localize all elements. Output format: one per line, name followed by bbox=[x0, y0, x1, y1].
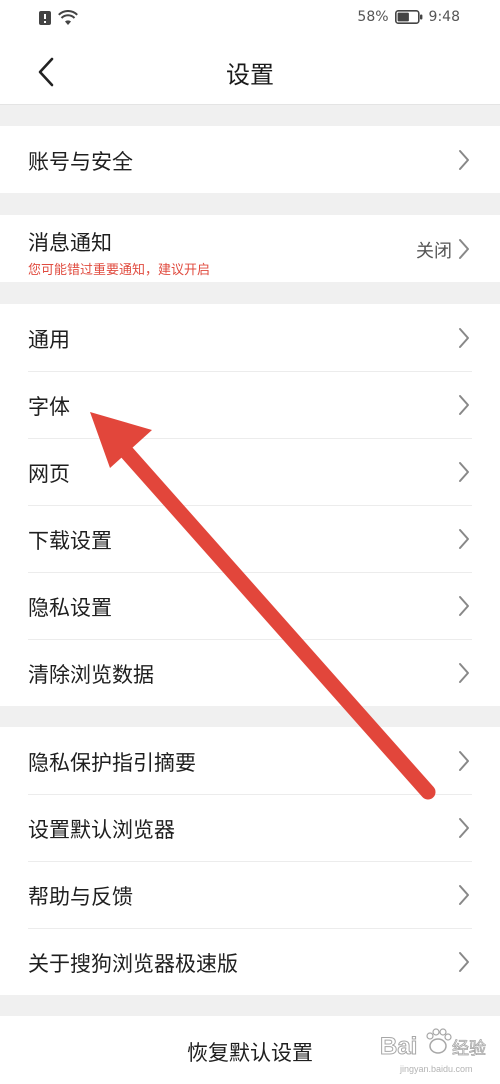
row-label: 字体 bbox=[28, 395, 70, 419]
battery-icon bbox=[394, 10, 422, 24]
notification-alert-icon bbox=[39, 11, 51, 25]
chevron-right-icon bbox=[459, 952, 469, 972]
wifi-icon bbox=[58, 10, 78, 25]
row-account-security[interactable]: 账号与安全 bbox=[0, 126, 500, 193]
notification-status-value: 关闭 bbox=[416, 241, 452, 262]
chevron-right-icon bbox=[459, 885, 469, 905]
settings-group-notifications: 消息通知 您可能错过重要通知，建议开启 关闭 bbox=[0, 215, 500, 282]
row-general[interactable]: 通用 bbox=[0, 304, 500, 371]
row-help-feedback[interactable]: 帮助与反馈 bbox=[0, 861, 500, 928]
status-bar: 58% 9:48 bbox=[0, 0, 500, 38]
baidu-paw-logo: Bai 经验 jingyan.baidu.com bbox=[380, 1028, 486, 1074]
row-set-default-browser[interactable]: 设置默认浏览器 bbox=[0, 794, 500, 861]
row-label: 网页 bbox=[28, 462, 70, 486]
row-label: 设置默认浏览器 bbox=[28, 818, 175, 842]
settings-group-about: 隐私保护指引摘要 设置默认浏览器 帮助与反馈 关于搜狗浏览器极速版 bbox=[0, 727, 500, 995]
notification-warning-text: 您可能错过重要通知，建议开启 bbox=[28, 263, 211, 278]
chevron-right-icon bbox=[459, 818, 469, 838]
nav-bar: 设置 bbox=[0, 38, 500, 105]
row-about-browser[interactable]: 关于搜狗浏览器极速版 bbox=[0, 928, 500, 995]
clock: 9:48 bbox=[428, 9, 460, 25]
chevron-right-icon bbox=[459, 751, 469, 771]
status-icons-left bbox=[38, 10, 78, 26]
row-webpage[interactable]: 网页 bbox=[0, 438, 500, 505]
row-privacy-settings[interactable]: 隐私设置 bbox=[0, 572, 500, 639]
status-icons-right: 58% 9:48 bbox=[357, 9, 460, 25]
page-title: 设置 bbox=[226, 61, 274, 89]
chevron-right-icon bbox=[459, 328, 469, 348]
row-label: 隐私设置 bbox=[28, 596, 112, 620]
row-label: 消息通知 bbox=[28, 231, 112, 255]
row-message-notifications[interactable]: 消息通知 您可能错过重要通知，建议开启 关闭 bbox=[0, 215, 500, 282]
settings-group-general: 通用 字体 网页 下载设置 隐私设置 清除浏览数据 bbox=[0, 304, 500, 706]
row-download-settings[interactable]: 下载设置 bbox=[0, 505, 500, 572]
settings-group-account: 账号与安全 bbox=[0, 126, 500, 193]
row-label: 通用 bbox=[28, 328, 70, 352]
chevron-right-icon bbox=[459, 239, 469, 259]
row-label: 关于搜狗浏览器极速版 bbox=[28, 952, 238, 976]
chevron-right-icon bbox=[459, 529, 469, 549]
row-label: 账号与安全 bbox=[28, 150, 133, 174]
watermark-logo-text: Bai bbox=[380, 1033, 417, 1060]
watermark-jingyan-text: 经验 bbox=[452, 1039, 486, 1059]
row-font[interactable]: 字体 bbox=[0, 371, 500, 438]
chevron-right-icon bbox=[459, 462, 469, 482]
paw-icon bbox=[426, 1028, 452, 1054]
baidu-jingyan-watermark: Bai 经验 jingyan.baidu.com bbox=[378, 1020, 490, 1078]
row-label: 下载设置 bbox=[28, 529, 112, 553]
row-privacy-guide-summary[interactable]: 隐私保护指引摘要 bbox=[0, 727, 500, 794]
chevron-right-icon bbox=[459, 395, 469, 415]
chevron-right-icon bbox=[459, 663, 469, 683]
row-clear-browsing-data[interactable]: 清除浏览数据 bbox=[0, 639, 500, 706]
row-label: 隐私保护指引摘要 bbox=[28, 751, 196, 775]
row-label: 清除浏览数据 bbox=[28, 663, 154, 687]
row-label: 帮助与反馈 bbox=[28, 885, 133, 909]
chevron-right-icon bbox=[459, 596, 469, 616]
chevron-right-icon bbox=[459, 150, 469, 170]
watermark-url: jingyan.baidu.com bbox=[399, 1064, 473, 1074]
battery-percent: 58% bbox=[357, 9, 389, 25]
